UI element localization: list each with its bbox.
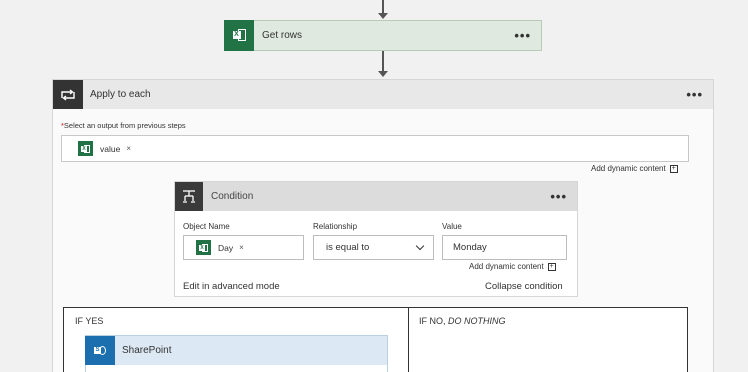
relationship-value: is equal to	[326, 242, 370, 253]
sharepoint-title: SharePoint	[122, 345, 172, 356]
value-input[interactable]: Monday	[442, 235, 567, 260]
add-dynamic-content-text: Add dynamic content	[591, 164, 666, 173]
object-name-label: Object Name	[183, 222, 230, 231]
if-no-label: IF NO, DO NOTHING	[419, 316, 506, 326]
value-token-label: value	[100, 143, 121, 154]
sharepoint-header[interactable]: S SharePoint	[85, 335, 387, 365]
sharepoint-action[interactable]: S SharePoint	[85, 335, 388, 372]
condition-add-dynamic-content-link[interactable]: Add dynamic content +	[469, 262, 556, 271]
remove-token-button[interactable]: ×	[126, 144, 131, 153]
value-label: Value	[442, 222, 462, 231]
condition-title: Condition	[211, 191, 254, 202]
excel-icon: X	[224, 19, 254, 51]
condition-icon	[175, 182, 203, 211]
connector-middle	[382, 51, 384, 72]
plus-icon: +	[547, 262, 556, 271]
object-name-field[interactable]: X Day ×	[183, 235, 304, 260]
apply-to-each-header[interactable]: Apply to each •••	[53, 80, 713, 109]
add-dynamic-content-text: Add dynamic content	[469, 262, 544, 271]
get-rows-menu-button[interactable]: •••	[514, 29, 541, 42]
value-input-text: Monday	[453, 242, 487, 253]
if-yes-label: IF YES	[75, 316, 104, 326]
edit-advanced-mode-link[interactable]: Edit in advanced mode	[183, 281, 280, 292]
apply-to-each-container: Apply to each ••• *Select an output from…	[52, 79, 714, 372]
get-rows-action[interactable]: X Get rows •••	[224, 19, 542, 51]
excel-icon: X	[196, 240, 211, 255]
add-dynamic-content-link[interactable]: Add dynamic content +	[591, 164, 678, 173]
condition-card: Condition ••• Object Name Relationship V…	[174, 181, 578, 297]
select-output-label-text: Select an output from previous steps	[63, 121, 186, 130]
condition-menu-button[interactable]: •••	[550, 190, 577, 203]
condition-branches: IF YES IF NO, DO NOTHING S SharePoint	[63, 307, 688, 372]
apply-to-each-title: Apply to each	[90, 89, 151, 100]
get-rows-title: Get rows	[262, 30, 303, 41]
value-token[interactable]: X value ×	[78, 141, 131, 156]
relationship-select[interactable]: is equal to	[313, 235, 434, 260]
branch-divider	[408, 308, 409, 372]
day-token-label: Day	[218, 242, 234, 253]
sharepoint-icon: S	[85, 335, 115, 365]
loop-icon	[53, 80, 83, 109]
plus-icon: +	[669, 164, 678, 173]
chevron-down-icon	[415, 241, 425, 251]
connector-arrowhead-top	[378, 13, 388, 19]
collapse-condition-link[interactable]: Collapse condition	[485, 281, 563, 292]
condition-header[interactable]: Condition •••	[175, 182, 577, 211]
select-output-field[interactable]: X value ×	[61, 135, 689, 162]
if-no-prefix: IF NO,	[419, 316, 448, 326]
connector-arrowhead-middle	[378, 71, 388, 77]
relationship-label: Relationship	[313, 222, 358, 231]
excel-icon: X	[78, 141, 93, 156]
select-output-label: *Select an output from previous steps	[61, 121, 186, 130]
if-no-emphasis: DO NOTHING	[448, 316, 506, 326]
remove-token-button[interactable]: ×	[239, 243, 244, 252]
day-token[interactable]: X Day ×	[196, 240, 244, 255]
apply-to-each-menu-button[interactable]: •••	[686, 88, 713, 101]
connector-top	[382, 0, 384, 14]
